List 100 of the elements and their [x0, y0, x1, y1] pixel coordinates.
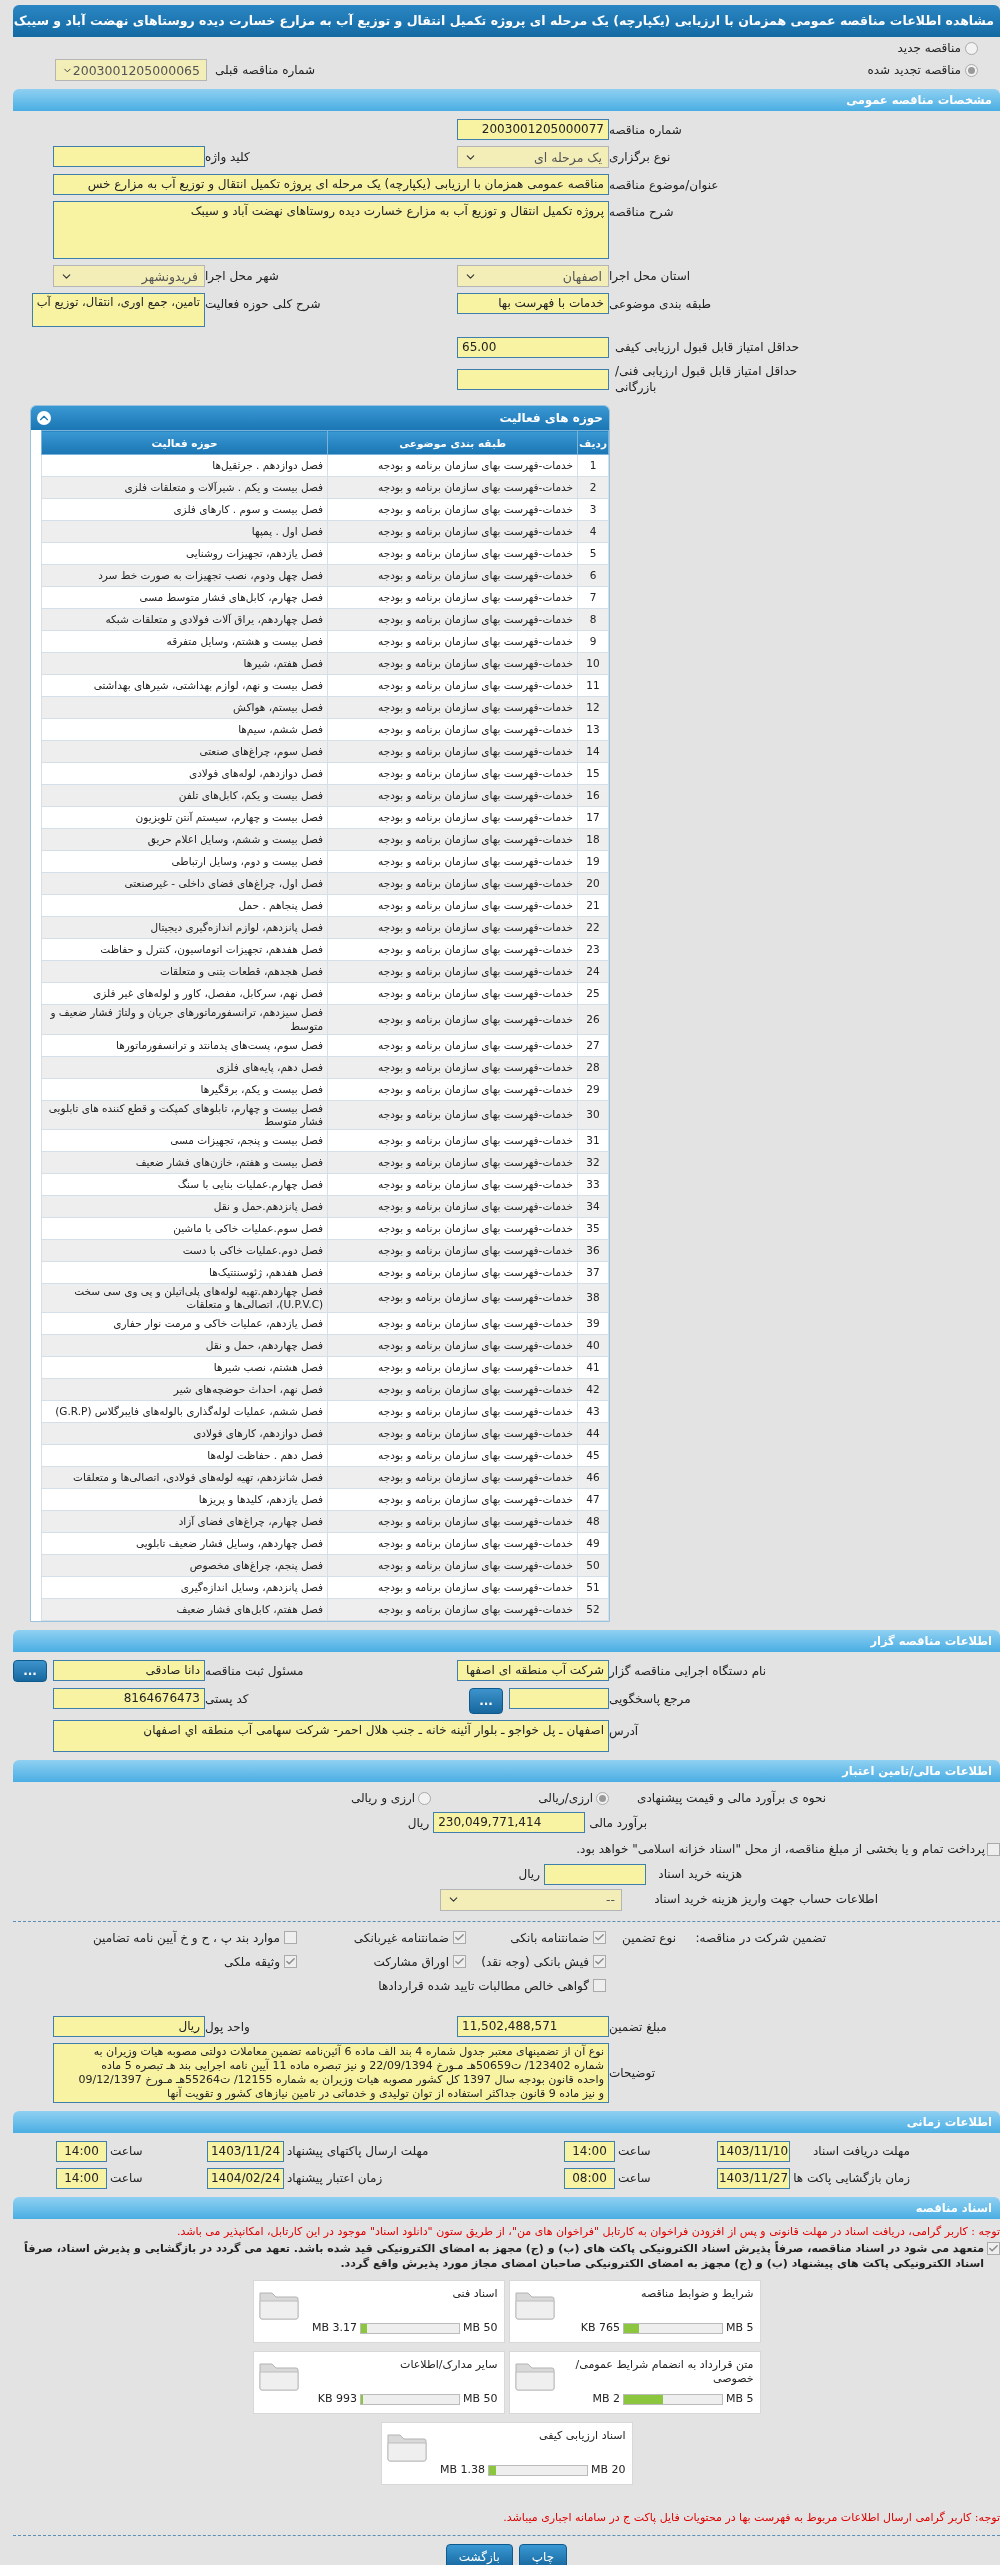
table-cell: فصل بیستم، هواکش [41, 696, 328, 719]
table-cell: خدمات-فهرست بهای سازمان برنامه و بودجه [327, 1488, 578, 1511]
table-cell: 46 [577, 1466, 609, 1489]
table-cell: 45 [577, 1444, 609, 1467]
text-field[interactable]: 14:00 [56, 2168, 107, 2190]
table-cell: فصل هجدهم، قطعات بتنی و متعلقات [41, 960, 328, 983]
back-button[interactable]: بازگشت [445, 2544, 513, 2565]
text-field[interactable]: شرکت آب منطقه ای اصفها [457, 1660, 609, 1682]
text-field[interactable]: ریال [53, 2016, 205, 2038]
text-area[interactable]: نوع آن از تضمینهای معتبر جدول شماره 4 بند الف ماده 6 آئین‌نامه تضمین معاملات دولتی مصوبه هیات وزیران به شماره 123402/ ت50659هـ مـورخ 22/09/1394 و نیز تبصره ماده 11 آیین نامه اجرایی بند هـ تبصره 5 ماده واحده قانون بودجه سال 1397 کل کشور مصوبه هیات وزیران به شماره 12155/ ت55264هـ مـورخ 09/12/1397 و نیز ماده 9 قانون جداکثر استفاده از توان تولیدی و خدماتی در تامین نیازهای کشور و تقویت آنها [53, 2043, 609, 2104]
text-field[interactable]: 14:00 [56, 2141, 107, 2163]
checkbox[interactable] [453, 1931, 466, 1945]
field-label: شرح کلی حوزه فعالیت [205, 296, 321, 313]
text-field[interactable] [457, 368, 609, 390]
table-cell: خدمات-فهرست بهای سازمان برنامه و بودجه [327, 894, 578, 917]
text-area[interactable]: اصفهان ـ پل خواجو ـ بلوار آئینه خانه ـ جنب هلال احمر- شرکت سهامی آب منطقه اي اصفهان [53, 1720, 609, 1753]
text-area[interactable]: تامین، جمع اوری، انتقال، توزیع آب [31, 293, 205, 327]
table-cell: فصل چهارم، چراغ‌های فضای آزاد [41, 1510, 328, 1533]
table-cell: فصل دوم.عملیات خاکی با دست [41, 1239, 328, 1262]
checkbox[interactable] [284, 1955, 297, 1969]
table-cell: فصل چهل ودوم، نصب تجهیزات به صورت خط سرد [41, 564, 328, 587]
text-field[interactable]: 08:00 [564, 2168, 615, 2190]
table-cell: 23 [577, 938, 609, 961]
table-cell: فصل بیست و هفتم، خازن‌های فشار ضعیف [41, 1151, 328, 1174]
section-header: مشخصات مناقصه عمومی [13, 89, 1000, 111]
print-button[interactable]: چاپ [518, 2544, 568, 2565]
field-label: زمان بازگشایی پاکت ها [792, 2170, 910, 2187]
table-cell: فصل چهاردهم.تهیه لوله‌های پلی‌اتیلن و پی وی سی سخت (U.P.V.C)، اتصالی‌ها و متعلقات [41, 1283, 328, 1313]
radio-button[interactable] [596, 1791, 610, 1805]
table-cell: خدمات-فهرست بهای سازمان برنامه و بودجه [327, 1151, 578, 1174]
text-field[interactable]: 1403/11/24 [207, 2141, 284, 2163]
table-cell: خدمات-فهرست بهای سازمان برنامه و بودجه [327, 740, 578, 763]
text-field[interactable]: 11,502,488,571 [457, 2016, 609, 2038]
text-area[interactable]: پروژه تکمیل انتقال و توزیع آب به مزارع خسارت دیده روستاهای نهضت آباد و سیبک [53, 201, 609, 259]
checkbox[interactable] [593, 1979, 606, 1993]
text-field[interactable]: مناقصه عمومی همزمان با ارزیابی (یکپارچه) یک مرحله ای پروژه تکمیل انتقال و توزیع آب به مزارع خس [53, 174, 609, 195]
table-cell: فصل بیست و یکم، کابل‌های تلفن [41, 784, 328, 807]
checkbox[interactable] [593, 1931, 606, 1945]
select-field[interactable]: -- [440, 1888, 622, 1911]
radio-button[interactable] [965, 41, 978, 55]
radio-button[interactable] [965, 63, 978, 77]
text-field[interactable]: 1404/02/24 [207, 2168, 284, 2190]
table-cell: خدمات-فهرست بهای سازمان برنامه و بودجه [327, 1004, 578, 1035]
table-cell: فصل چهاردهم، وسایل فشار ضعیف تابلویی [41, 1532, 328, 1555]
field-label: شماره مناقصه قبلی [215, 61, 315, 79]
table-cell: 8 [577, 608, 609, 631]
table-cell: 43 [577, 1400, 609, 1423]
checkbox[interactable] [284, 1931, 297, 1945]
text-field[interactable]: خدمات با فهرست بها [457, 293, 609, 314]
table-cell: 52 [577, 1598, 609, 1621]
table-cell: خدمات-فهرست بهای سازمان برنامه و بودجه [327, 1510, 578, 1533]
text-field[interactable]: 1403/11/10 [717, 2141, 790, 2163]
field-label: شماره مناقصه [609, 122, 682, 139]
select-field[interactable]: یک مرحله ای [457, 146, 609, 168]
table-cell: فصل شانزدهم، تهیه لوله‌های فولادی، اتصالی‌ها و متعلقات [41, 1466, 328, 1489]
text-field[interactable]: 8164676473 [53, 1688, 205, 1710]
text-field[interactable] [509, 1688, 609, 1710]
table-cell: 2 [577, 476, 609, 499]
field-label: نحوه ی برآورد مالی و قیمت پیشنهادی [637, 1790, 826, 1807]
more-button[interactable]: ... [469, 1688, 503, 1715]
table-cell: فصل دهم، پایه‌های فلزی [41, 1056, 328, 1079]
text-field[interactable]: دانا صادقی [53, 1660, 205, 1682]
checkbox[interactable] [987, 2241, 1000, 2255]
table-cell: فصل هفتم، شیرها [41, 652, 328, 675]
text-field[interactable]: 2003001205000077 [457, 119, 609, 140]
text-field[interactable]: 1403/11/27 [717, 2168, 790, 2190]
table-cell: خدمات-فهرست بهای سازمان برنامه و بودجه [327, 872, 578, 895]
checkbox[interactable] [593, 1955, 606, 1969]
more-button[interactable]: ... [13, 1660, 47, 1683]
text-field[interactable] [544, 1863, 646, 1885]
select-field[interactable]: فریدونشهر [53, 265, 205, 287]
table-cell: خدمات-فهرست بهای سازمان برنامه و بودجه [327, 784, 578, 807]
table-cell: خدمات-فهرست بهای سازمان برنامه و بودجه [327, 476, 578, 499]
table-cell: خدمات-فهرست بهای سازمان برنامه و بودجه [327, 916, 578, 939]
collapse-icon[interactable] [37, 411, 51, 426]
radio-button[interactable] [418, 1791, 432, 1805]
text-field[interactable]: 65.00 [457, 337, 609, 358]
checkbox[interactable] [987, 1842, 1000, 1856]
table-cell: فصل نهم، سرکابل، مفصل، کاور و لوله‌های غیر فلزی [41, 982, 328, 1005]
table-cell: 48 [577, 1510, 609, 1533]
field-label: شرح مناقصه [609, 204, 674, 221]
table-cell: فصل پانزدهم.حمل و نقل [41, 1195, 328, 1218]
table-cell: 26 [577, 1004, 609, 1035]
table-cell: خدمات-فهرست بهای سازمان برنامه و بودجه [327, 938, 578, 961]
text-field[interactable]: 230,049,771,414 [433, 1812, 586, 1834]
field-label: نوع تضمین [622, 1929, 676, 1946]
radio-label: مناقصه جدید [897, 39, 961, 57]
field-label: ساعت [617, 2143, 652, 2160]
select-field[interactable]: 2003001205000065 [55, 59, 207, 81]
text-field[interactable]: 14:00 [564, 2141, 615, 2163]
table-cell: 16 [577, 784, 609, 807]
max-size: 5 MB [725, 2320, 754, 2336]
commitment-text: متعهد می شود در اسناد مناقصه، صرفاً پذیرش اسناد الکترونیکی پاکت های (ب) و (ج) مجهز به امضای الکترونیکی قید شده باشد. تعهد می گردد در بازگشایی و پذیرش اسناد، صرفاً اسناد الکترونیکی پاکت های پیشنهاد (ب) و (ج) مجهز به امضای الکترونیکی صاحبان امضای مجاز مورد پذیرش واقع گردد. [23, 2241, 984, 2272]
file-name: اسناد فنی [452, 2286, 498, 2302]
checkbox[interactable] [453, 1955, 466, 1969]
table-cell: خدمات-فهرست بهای سازمان برنامه و بودجه [327, 1598, 578, 1621]
text-field[interactable] [53, 146, 205, 167]
table-cell: خدمات-فهرست بهای سازمان برنامه و بودجه [327, 1261, 578, 1284]
table-cell: فصل دهم . حفاظت لوله‌ها [41, 1444, 328, 1467]
select-field[interactable]: اصفهان [457, 265, 609, 287]
